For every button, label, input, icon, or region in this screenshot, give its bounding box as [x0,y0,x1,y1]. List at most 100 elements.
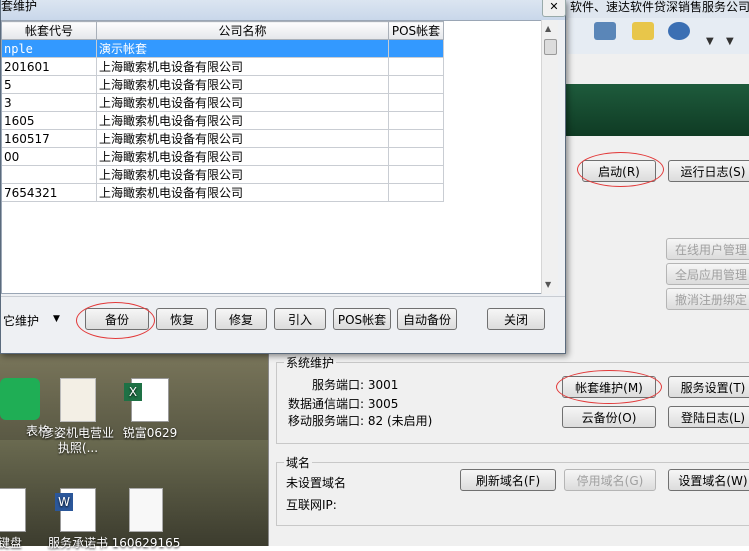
import-button[interactable]: 引入 [274,308,326,330]
auto-backup-button[interactable]: 自动备份 [397,308,457,330]
data-port-label: 数据通信端口: 3005 [288,397,399,411]
global-app-button[interactable]: 全局应用管理 [666,263,749,285]
table-header-row: 帐套代号 公司名称 POS帐套 [2,21,444,40]
account-code-cell: 1605 [2,111,97,130]
desktop-icon-label: 锐富0629 [122,426,178,440]
refresh-domain-button[interactable]: 刷新域名(F) [460,469,556,491]
grid-icon[interactable] [632,22,654,40]
pos-account-cell [388,147,444,166]
desktop-icon-document[interactable]: 160629165 [106,488,186,551]
company-name-cell: 上海瞰索机电设备有限公司 [96,183,389,202]
table-row[interactable]: 1605 上海瞰索机电设备有限公司 [2,111,444,130]
start-button[interactable]: 启动(R) [582,160,656,182]
spreadsheet-app-icon [0,378,40,420]
scroll-up-icon[interactable]: ▲ [545,24,551,33]
company-name-cell: 上海瞰索机电设备有限公司 [96,129,389,148]
set-domain-button[interactable]: 设置域名(W) [668,469,749,491]
restore-button[interactable]: 恢复 [156,308,208,330]
column-header-pos[interactable]: POS帐套 [388,21,444,40]
desktop-icon-label: 彦姿机电营业执照(... [41,426,114,455]
scroll-down-icon[interactable]: ▼ [545,280,551,289]
domain-status: 未设置域名 [286,476,347,490]
run-log-button[interactable]: 运行日志(S) [668,160,749,182]
pos-account-cell [388,93,444,112]
account-code-cell: 3 [2,93,97,112]
desktop-icon-license[interactable]: 彦姿机电营业执照(... [38,378,118,456]
pos-account-cell [388,129,444,148]
close-icon[interactable]: ✕ [542,0,566,17]
table-row[interactable]: nple 演示帐套 [2,39,444,58]
company-name-cell: 上海瞰索机电设备有限公司 [96,111,389,130]
scrollbar-thumb[interactable] [544,39,557,55]
pos-account-button[interactable]: POS帐套 [333,308,391,330]
account-code-cell: nple [2,39,97,58]
repair-button[interactable]: 修复 [215,308,267,330]
company-name-cell: 上海瞰索机电设备有限公司 [96,93,389,112]
chevron-down-icon[interactable]: ▼ [706,36,714,47]
online-users-button[interactable]: 在线用户管理 [666,238,749,260]
pos-account-cell [388,75,444,94]
domain-group-title: 域名 [284,454,313,471]
company-name-cell: 上海瞰索机电设备有限公司 [96,75,389,94]
account-code-cell [2,165,97,184]
server-window-toolbar: ▼ ▼ [568,18,749,54]
company-name-cell: 上海瞰索机电设备有限公司 [96,165,389,184]
cloud-backup-button[interactable]: 云备份(O) [562,406,656,428]
column-header-company[interactable]: 公司名称 [96,21,389,40]
document-image-icon [129,488,163,532]
excel-file-icon: X [124,378,169,422]
login-log-button[interactable]: 登陆日志(L) [668,406,749,428]
monitor-icon[interactable] [594,22,616,40]
user-icon[interactable] [668,22,690,40]
table-row[interactable]: 00 上海瞰索机电设备有限公司 [2,147,444,166]
pos-account-cell [388,165,444,184]
desktop-icon-label: 键盘 [0,536,22,550]
pos-account-cell [388,111,444,130]
pos-account-cell [388,57,444,76]
backup-button[interactable]: 备份 [85,308,149,330]
dialog-titlebar: 套维护 ✕ [1,0,566,20]
company-name-cell: 上海瞰索机电设备有限公司 [96,57,389,76]
file-icon [0,488,26,532]
cancel-register-button[interactable]: 撤消注册绑定 [666,288,749,310]
server-window-title: 软件、速达软件贷深销售服务公司 [570,0,749,14]
desktop-icon-label: 160629165 [111,536,181,550]
company-name-cell: 上海瞰索机电设备有限公司 [96,147,389,166]
table-scrollbar[interactable]: ▲ ▼ [541,20,558,294]
mobile-port-label: 移动服务端口: 82 (未启用) [288,414,433,428]
service-settings-button[interactable]: 服务设置(T) [668,376,749,398]
desktop-icon-label: 服务承诺书 [47,536,108,550]
table-row[interactable]: 201601 上海瞰索机电设备有限公司 [2,57,444,76]
account-maintenance-dialog: 套维护 ✕ 帐套代号 公司名称 POS帐套 nple 演示帐套 201601 上… [0,0,566,354]
internet-ip-label: 互联网IP: [286,498,337,512]
dropdown-arrow-icon[interactable]: ▼ [53,314,60,324]
dialog-divider [1,296,565,297]
company-name-cell: 演示帐套 [96,39,389,58]
disable-domain-button[interactable]: 停用域名(G) [564,469,656,491]
table-row[interactable]: 160517 上海瞰索机电设备有限公司 [2,129,444,148]
license-image-icon [60,378,96,422]
account-code-cell: 201601 [2,57,97,76]
table-row[interactable]: 5 上海瞰索机电设备有限公司 [2,75,444,94]
table-row[interactable]: 3 上海瞰索机电设备有限公司 [2,93,444,112]
account-maintenance-button[interactable]: 帐套维护(M) [562,376,656,398]
account-code-cell: 7654321 [2,183,97,202]
service-port-label: 服务端口: 3001 [312,378,399,392]
column-header-code[interactable]: 帐套代号 [2,21,97,40]
desktop-icon-excel[interactable]: X 锐富0629 [110,378,190,441]
account-table: 帐套代号 公司名称 POS帐套 nple 演示帐套 201601 上海瞰索机电设… [1,20,557,294]
system-maintenance-title: 系统维护 [284,354,337,371]
account-code-cell: 00 [2,147,97,166]
table-row[interactable]: 上海瞰索机电设备有限公司 [2,165,444,184]
account-code-cell: 160517 [2,129,97,148]
close-button[interactable]: 关闭 [487,308,545,330]
account-code-cell: 5 [2,75,97,94]
dialog-title: 套维护 [1,0,38,13]
table-row[interactable]: 7654321 上海瞰索机电设备有限公司 [2,183,444,202]
server-header-band [566,84,749,136]
other-maintenance-label[interactable]: 它维护 [3,312,39,329]
pos-account-cell [388,183,444,202]
pos-account-cell [388,39,444,58]
word-file-icon: W [55,488,96,532]
dropdown-icon[interactable]: ▼ [726,36,734,47]
